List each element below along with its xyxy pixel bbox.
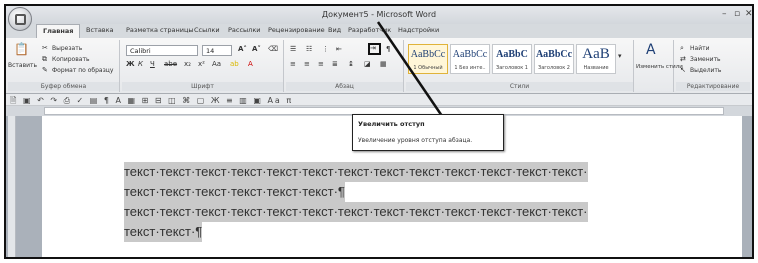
tooltip-description: Увеличение уровня отступа абзаца. — [358, 137, 473, 144]
callout-line — [376, 21, 444, 117]
tooltip: Увеличить отступ Увеличение уровня отсту… — [352, 114, 504, 151]
word-window: Документ5 - Microsoft Word – ▫ ✕ Главная… — [4, 4, 754, 259]
tooltip-title: Увеличить отступ — [358, 120, 425, 128]
